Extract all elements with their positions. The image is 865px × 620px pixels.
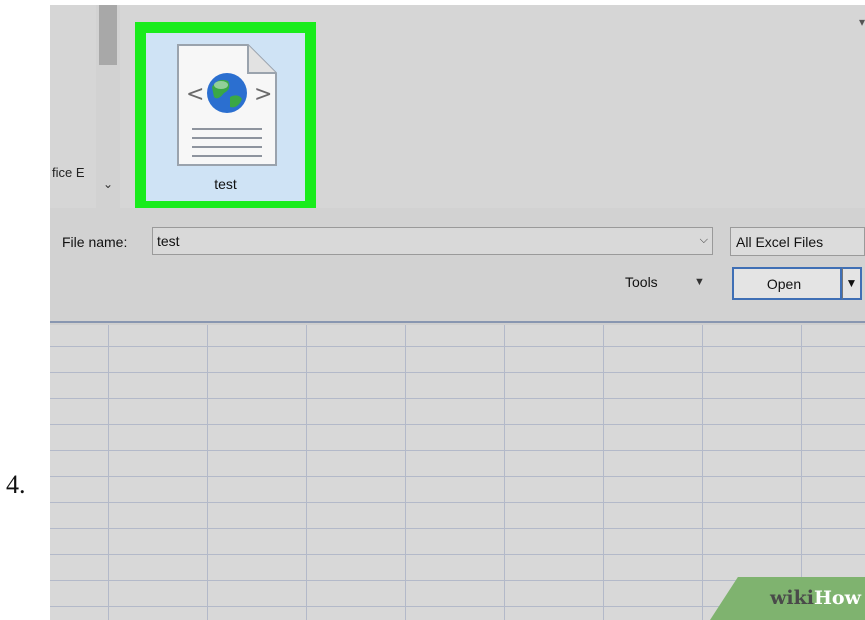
chevron-down-icon[interactable]: ⌵: [700, 234, 708, 247]
tools-button[interactable]: Tools: [625, 274, 658, 290]
scroll-up-arrow-icon[interactable]: ▾: [859, 15, 865, 29]
step-number: 4.: [6, 470, 26, 499]
navigation-scrollbar[interactable]: ⌄: [96, 5, 120, 208]
spreadsheet-grid[interactable]: [50, 325, 865, 620]
chevron-down-icon[interactable]: ⌄: [100, 177, 116, 191]
filename-label: File name:: [62, 234, 128, 250]
open-button[interactable]: Open: [732, 267, 842, 300]
filename-value[interactable]: test: [157, 233, 180, 249]
file-item-selected[interactable]: < > test: [135, 22, 316, 212]
filename-input[interactable]: test ⌵: [152, 227, 713, 255]
excel-open-dialog-screenshot: fice E ⌄ < > test ▾ File name: test ⌵ Al…: [50, 5, 865, 620]
tools-dropdown-icon[interactable]: ▼: [694, 276, 705, 288]
filetype-select[interactable]: All Excel Files: [730, 227, 865, 256]
dialog-controls: File name: test ⌵ All Excel Files Tools …: [50, 208, 865, 323]
html-globe-file-icon: < >: [177, 44, 277, 166]
svg-text:>: >: [254, 82, 272, 107]
navigation-pane-item[interactable]: fice E: [52, 165, 85, 180]
filetype-value: All Excel Files: [736, 234, 824, 250]
svg-text:<: <: [186, 82, 204, 107]
open-split-dropdown-icon[interactable]: ▼: [842, 267, 862, 300]
file-name-label: test: [214, 176, 237, 192]
file-browser-pane: fice E ⌄ < > test ▾: [50, 5, 865, 212]
wikihow-wordmark: wikiHow: [770, 587, 861, 609]
scrollbar-thumb[interactable]: [99, 5, 117, 65]
open-button-label: Open: [766, 276, 802, 292]
